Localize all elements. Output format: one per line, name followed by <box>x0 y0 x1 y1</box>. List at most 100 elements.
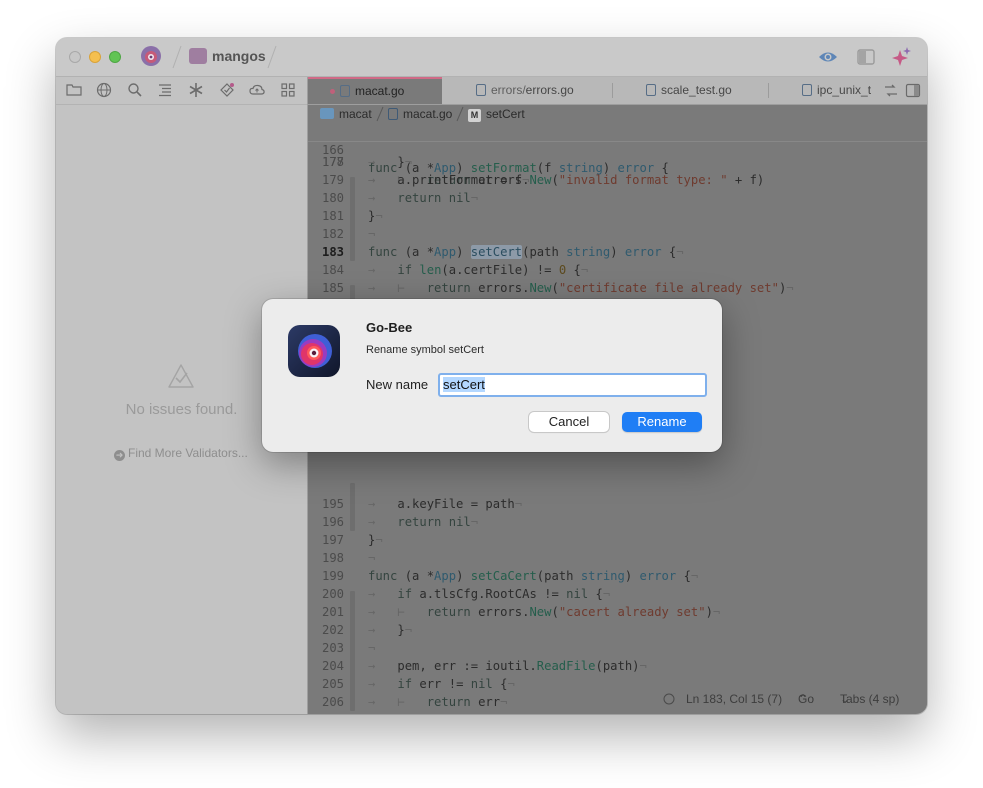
breadcrumb-separator <box>456 106 464 122</box>
code-line: 183 func (a *App) setCert(path string) er… <box>308 243 927 261</box>
code-line: 195 → a.keyFile = path¬ <box>308 495 927 513</box>
code-line: 204 → pem, err := ioutil.ReadFile(path)¬ <box>308 657 927 675</box>
code-text: → }¬ <box>368 155 413 169</box>
close-window-button[interactable] <box>69 51 81 63</box>
project-icon <box>189 48 207 64</box>
minimize-window-button[interactable] <box>89 51 101 63</box>
no-issues-check-icon <box>168 364 194 388</box>
breadcrumb-folder[interactable]: macat <box>320 105 372 123</box>
code-line: 182 ¬ <box>308 225 927 243</box>
editor-status-bar: Ln 183, Col 15 (7) Go ⌃ Tabs (4 sp) ⌄ <box>656 688 927 710</box>
tab-separator <box>768 83 769 98</box>
cursor-position[interactable]: Ln 183, Col 15 (7) <box>686 688 782 710</box>
code-text: → a.keyFile = path¬ <box>368 497 523 511</box>
code-line: 180 → return nil¬ <box>308 189 927 207</box>
breadcrumb-separator <box>376 106 384 122</box>
code-line: 207 → }¬ <box>308 711 927 714</box>
path-separator <box>172 45 182 69</box>
split-editor-icon[interactable] <box>883 83 899 98</box>
search-icon[interactable] <box>127 82 143 98</box>
line-number: 197 <box>321 533 344 547</box>
code-line: 179 → a.printFormat = f¬ <box>308 171 927 189</box>
app-logo-icon[interactable] <box>140 45 162 67</box>
code-text: → return nil¬ <box>368 515 479 529</box>
line-number: 180 <box>321 191 344 205</box>
code-line: 197}¬ <box>308 531 927 549</box>
tab-separator <box>612 83 613 98</box>
go-file-icon <box>388 108 398 120</box>
method-badge-icon: M <box>468 109 481 122</box>
code-line: 196 → return nil¬ <box>308 513 927 531</box>
sidebar-toolbar <box>56 77 307 105</box>
code-line: 181}¬ <box>308 207 927 225</box>
line-number: 205 <box>321 677 344 691</box>
code-line: 203 ¬ <box>308 639 927 657</box>
tab-ipc-unix[interactable]: ipc_unix_t <box>802 77 876 104</box>
new-name-value: setCert <box>443 377 485 392</box>
path-separator <box>267 45 277 69</box>
code-line: 202 → }¬ <box>308 621 927 639</box>
toggle-inspector-icon[interactable] <box>856 47 876 67</box>
code-text: → if len(a.certFile) != 0 {¬ <box>368 263 589 277</box>
project-name[interactable]: mangos <box>212 48 266 64</box>
folder-icon[interactable] <box>66 82 82 98</box>
breadcrumb-file[interactable]: macat.go <box>388 105 452 123</box>
code-text: → }¬ <box>368 711 412 714</box>
zoom-window-button[interactable] <box>109 51 121 63</box>
line-number: 182 <box>321 227 344 241</box>
go-file-icon <box>476 84 486 96</box>
sticky-scope-header[interactable]: 166 func (a *App) setFormat(f string) er… <box>308 123 927 175</box>
code-text: ¬ <box>368 551 376 565</box>
find-more-label: Find More Validators... <box>128 446 248 460</box>
validators-icon[interactable] <box>219 82 235 98</box>
arrow-circle-icon: ➜ <box>114 450 125 461</box>
code-text: → ⊢ return err¬ <box>368 695 508 709</box>
line-number: 199 <box>321 569 344 583</box>
rename-button[interactable]: Rename <box>622 412 702 432</box>
new-name-input[interactable]: setCert <box>438 373 707 397</box>
code-text: → pem, err := ioutil.ReadFile(path)¬ <box>368 659 647 673</box>
breadcrumb: macat macat.go MsetCert <box>308 105 927 123</box>
cancel-button[interactable]: Cancel <box>529 412 609 432</box>
cloud-icon[interactable] <box>249 82 265 98</box>
breadcrumb-symbol[interactable]: MsetCert <box>468 105 525 123</box>
code-text: ¬ <box>368 227 376 241</box>
rename-dialog: Go-Bee Rename symbol setCert New name se… <box>262 299 722 452</box>
line-number: 181 <box>321 209 344 223</box>
line-number: 178 <box>321 155 344 169</box>
asterisk-icon[interactable] <box>188 82 204 98</box>
editor-tab-bar: macat.go errors/errors.go scale_test.go … <box>308 77 927 105</box>
line-number: 202 <box>321 623 344 637</box>
line-number: 201 <box>321 605 344 619</box>
outline-list-icon[interactable] <box>157 82 173 98</box>
code-text: ¬ <box>368 641 376 655</box>
tab-macat-go[interactable]: macat.go <box>308 77 442 104</box>
line-number: 203 <box>321 641 344 655</box>
go-file-icon <box>340 85 350 97</box>
chevron-down-icon: ⌄ <box>840 692 851 706</box>
code-text: → if a.tlsCfg.RootCAs != nil {¬ <box>368 587 611 601</box>
globe-icon[interactable] <box>96 82 112 98</box>
code-text: → if err != nil {¬ <box>368 677 515 691</box>
code-line: 201 → ⊢ return errors.New("cacert already… <box>308 603 927 621</box>
line-number: 206 <box>321 695 344 709</box>
code-text: → ⊢ return errors.New("cacert already se… <box>368 605 721 619</box>
preview-eye-icon[interactable] <box>818 47 838 67</box>
new-name-label: New name <box>366 377 429 392</box>
toggle-panel-icon[interactable] <box>905 83 921 98</box>
line-number: 207 <box>308 711 344 714</box>
find-more-validators-link[interactable]: ➜ Find More Validators... <box>114 446 248 461</box>
tab-errors-go[interactable]: errors/errors.go <box>476 77 574 104</box>
grid-icon[interactable] <box>280 82 296 98</box>
tab-scale-test-go[interactable]: scale_test.go <box>646 77 732 104</box>
line-number: 198 <box>321 551 344 565</box>
status-circle-icon[interactable] <box>663 693 675 705</box>
code-line: 199 func (a *App) setCaCert(path string) … <box>308 567 927 585</box>
code-line: 185 → ⊢ return errors.New("certificate fi… <box>308 279 927 297</box>
dialog-title: Go-Bee <box>366 320 413 335</box>
line-number: 195 <box>321 497 344 511</box>
code-line: 178 → }¬ <box>308 153 927 171</box>
go-bee-app-icon <box>288 325 340 377</box>
ai-sparkle-icon[interactable] <box>892 47 912 67</box>
line-number: 183 <box>321 245 344 259</box>
